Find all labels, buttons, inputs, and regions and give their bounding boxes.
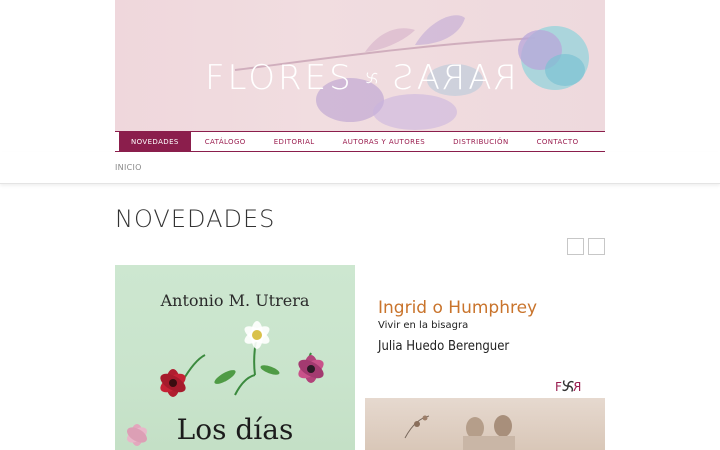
svg-text:F: F bbox=[555, 380, 562, 394]
nav-item-editorial[interactable]: EDITORIAL bbox=[260, 132, 329, 151]
logo-word-raras: RARAS bbox=[389, 58, 517, 98]
main-nav: NOVEDADES CATÁLOGO EDITORIAL AUTORAS Y A… bbox=[115, 131, 605, 152]
book-cover-1[interactable]: Antonio M. Utrera Los días bbox=[115, 265, 355, 450]
book-2-subtitle: Vivir en la bisagra bbox=[378, 320, 469, 331]
svg-text:R: R bbox=[573, 380, 581, 394]
publisher-logo-icon: F R bbox=[555, 380, 581, 394]
book-2-title: Ingrid o Humphrey bbox=[378, 298, 538, 318]
nav-item-catalogo[interactable]: CATÁLOGO bbox=[191, 132, 260, 151]
book-1-title: Los días bbox=[176, 413, 294, 446]
pinwheel-icon bbox=[366, 72, 378, 84]
logo-word-flores: FLORES bbox=[205, 58, 354, 98]
nav-item-novedades[interactable]: NOVEDADES bbox=[119, 132, 191, 151]
nav-item-distribucion[interactable]: DISTRIBUCIÓN bbox=[439, 132, 523, 151]
book-cover-2[interactable]: Ingrid o Humphrey Vivir en la bisagra Ju… bbox=[365, 265, 605, 450]
nav-item-contacto[interactable]: CONTACTO bbox=[523, 132, 593, 151]
nav-item-autoras-y-autores[interactable]: AUTORAS Y AUTORES bbox=[329, 132, 439, 151]
book-2-photo bbox=[365, 398, 605, 450]
breadcrumb-home[interactable]: INICIO bbox=[115, 163, 142, 172]
prev-arrow-icon[interactable] bbox=[567, 238, 584, 255]
header-banner: FLORES RARAS bbox=[115, 0, 605, 131]
site-logo[interactable]: FLORES RARAS bbox=[205, 58, 517, 98]
breadcrumb-bar: INICIO bbox=[0, 152, 720, 184]
page-title: NOVEDADES bbox=[115, 205, 276, 233]
book-1-author: Antonio M. Utrera bbox=[160, 291, 310, 310]
book-2-author: Julia Huedo Berenguer bbox=[378, 339, 510, 354]
next-arrow-icon[interactable] bbox=[588, 238, 605, 255]
vintage-photo-illustration bbox=[404, 415, 515, 450]
